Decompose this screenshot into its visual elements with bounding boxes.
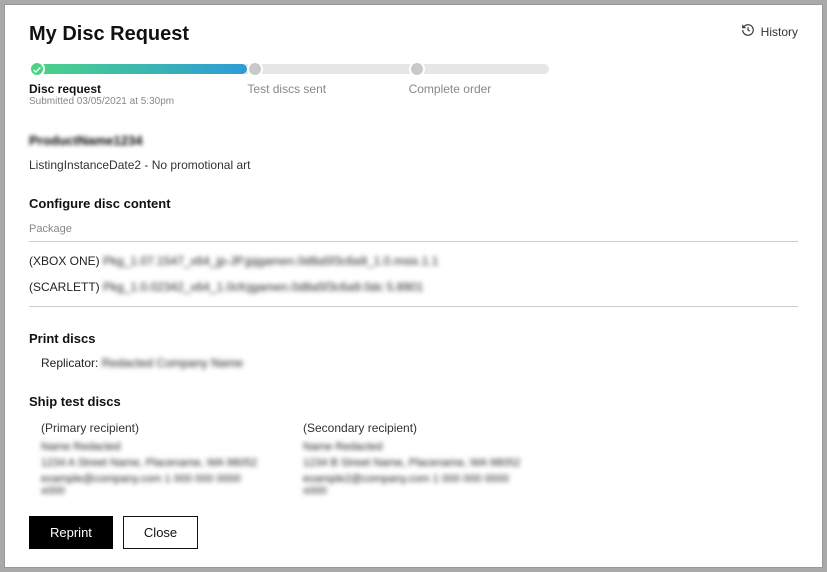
- secondary-recipient-name: Name Redacted: [303, 441, 523, 453]
- ship-title: Ship test discs: [29, 394, 798, 409]
- secondary-recipient: (Secondary recipient) Name Redacted 1234…: [303, 421, 523, 501]
- replicator-label: Replicator:: [41, 356, 102, 370]
- history-label: History: [761, 25, 798, 39]
- content-body: ProductName1234 ListingInstanceDate2 - N…: [29, 133, 798, 501]
- primary-recipient-name: Name Redacted: [41, 441, 261, 453]
- progress-dot-3: [409, 61, 425, 77]
- package-2-file: Pkg_1.0.02342_x64_1.0cfcjgamen.0d8a5f3c6…: [103, 280, 423, 294]
- check-icon: [32, 65, 42, 75]
- package-row-2: (SCARLETT) Pkg_1.0.02342_x64_1.0cfcjgame…: [29, 280, 798, 294]
- history-link[interactable]: History: [741, 23, 798, 40]
- product-name: ProductName1234: [29, 133, 798, 148]
- primary-recipient-addr: 1234 A Street Name, Placename, WA 98052: [41, 457, 261, 469]
- page-title: My Disc Request: [29, 23, 189, 46]
- step-3-label: Complete order: [409, 82, 549, 96]
- package-row-1: (XBOX ONE) Pkg_1.07.1547_x64_jp-JP.jpjga…: [29, 254, 798, 268]
- secondary-recipient-addr: 1234 B Street Name, Placename, WA 98052: [303, 457, 523, 469]
- progress-dot-1: [29, 61, 45, 77]
- step-2-label: Test discs sent: [247, 82, 408, 96]
- package-1-file: Pkg_1.07.1547_x64_jp-JP.jpjgamen.0d8a5f3…: [103, 254, 438, 268]
- progress-fill: [29, 64, 247, 74]
- package-2-platform: (SCARLETT): [29, 280, 103, 294]
- step-1-label: Disc request: [29, 82, 247, 96]
- primary-recipient-label: (Primary recipient): [41, 421, 261, 435]
- replicator-line: Replicator: Redacted Company Name: [41, 356, 798, 370]
- progress-bar: [29, 64, 549, 74]
- secondary-recipient-contact: example2@company.com 1 000 000 0000 x000: [303, 473, 523, 497]
- print-title: Print discs: [29, 331, 798, 346]
- primary-recipient: (Primary recipient) Name Redacted 1234 A…: [41, 421, 261, 501]
- footer-actions: Reprint Close: [29, 516, 198, 549]
- step-1-sub: Submitted 03/05/2021 at 5:30pm: [29, 96, 247, 107]
- progress-dot-2: [247, 61, 263, 77]
- header-row: My Disc Request History: [29, 23, 798, 46]
- package-1-platform: (XBOX ONE): [29, 254, 103, 268]
- close-button[interactable]: Close: [123, 516, 198, 549]
- disc-request-panel: My Disc Request History Disc request Sub…: [4, 4, 823, 568]
- secondary-recipient-label: (Secondary recipient): [303, 421, 523, 435]
- history-icon: [741, 23, 755, 40]
- reprint-button[interactable]: Reprint: [29, 516, 113, 549]
- listing-line: ListingInstanceDate2 - No promotional ar…: [29, 158, 798, 172]
- replicator-value: Redacted Company Name: [102, 356, 243, 370]
- divider: [29, 306, 798, 307]
- progress-tracker: Disc request Submitted 03/05/2021 at 5:3…: [29, 64, 549, 107]
- primary-recipient-contact: example@company.com 1 000 000 0000 x000: [41, 473, 261, 497]
- configure-title: Configure disc content: [29, 196, 798, 211]
- divider: [29, 241, 798, 242]
- recipients-row: (Primary recipient) Name Redacted 1234 A…: [29, 421, 798, 501]
- package-column-header: Package: [29, 223, 798, 235]
